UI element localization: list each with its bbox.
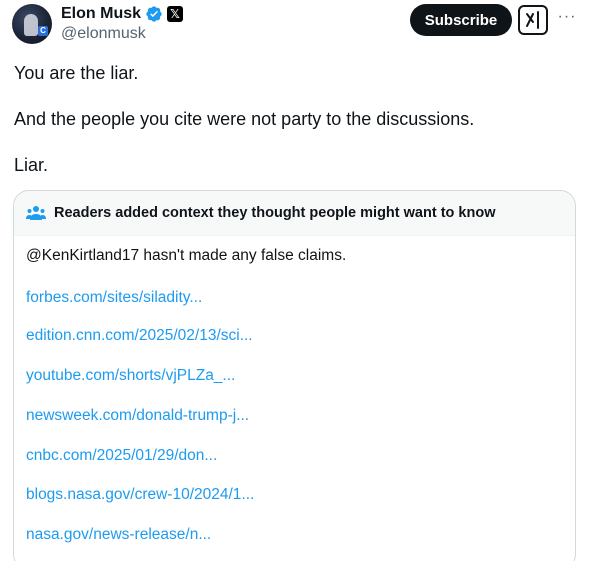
tweet-text-line-1: You are the liar.: [14, 63, 139, 83]
people-icon: [26, 206, 46, 220]
note-source-link[interactable]: edition.cnn.com/2025/02/13/sci...: [26, 327, 253, 345]
community-note-title: Readers added context they thought peopl…: [54, 205, 496, 221]
avatar[interactable]: C: [12, 4, 52, 44]
subscribe-button[interactable]: Subscribe: [410, 4, 512, 36]
community-note-header: Readers added context they thought peopl…: [14, 191, 575, 236]
verified-badge-icon: [146, 6, 162, 22]
x-logo-icon: 𝕏: [167, 6, 184, 22]
grok-button[interactable]: [518, 5, 548, 35]
more-dots-icon[interactable]: ···: [556, 6, 578, 28]
community-note: Readers added context they thought peopl…: [13, 190, 576, 561]
note-source-link[interactable]: nasa.gov/news-release/n...: [26, 526, 211, 544]
avatar-badge: C: [38, 26, 48, 36]
tweet-text-line-2: And the people you cite were not party t…: [14, 109, 475, 129]
note-source-link[interactable]: blogs.nasa.gov/crew-10/2024/1...: [26, 486, 254, 504]
author-handle[interactable]: @elonmusk: [61, 25, 146, 43]
note-source-link[interactable]: youtube.com/shorts/vjPLZa_...: [26, 367, 235, 385]
tweet: C Elon Musk 𝕏 @elonmusk Subscribe ··· Yo…: [0, 0, 600, 561]
note-source-link[interactable]: newsweek.com/donald-trump-j...: [26, 407, 249, 425]
community-note-body: @KenKirtland17 hasn't made any false cla…: [26, 247, 347, 264]
note-source-link[interactable]: cnbc.com/2025/01/29/don...: [26, 447, 217, 465]
author-name-row: Elon Musk 𝕏: [61, 4, 184, 24]
note-source-link[interactable]: forbes.com/sites/siladity...: [26, 289, 202, 307]
tweet-text-line-3: Liar.: [14, 155, 49, 175]
avatar-figure: [24, 14, 38, 36]
grok-icon: [526, 11, 539, 29]
author-display-name[interactable]: Elon Musk: [61, 5, 141, 23]
